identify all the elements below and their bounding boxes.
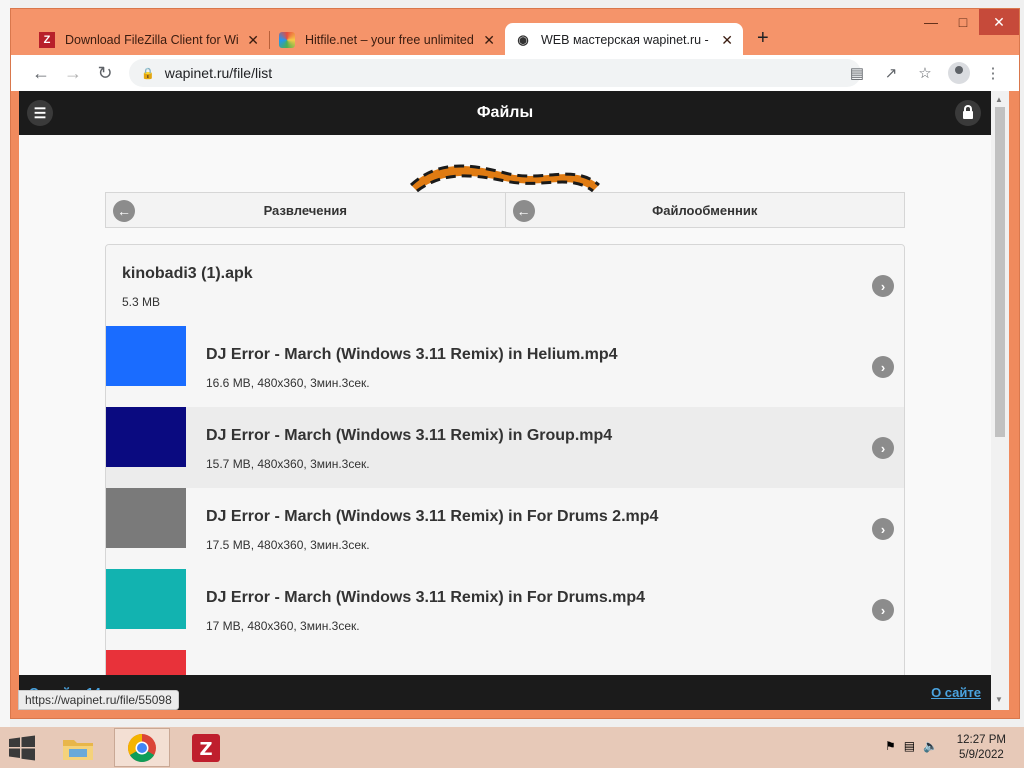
file-name: DJ Error - March (Windows 3.11 Remix) in… (206, 346, 618, 363)
close-tab-icon[interactable]: ✕ (721, 32, 733, 49)
browser-toolbar: ← → ↻ 🔒 wapinet.ru/file/list ▤ ↗ ☆ ⋮ (11, 55, 1019, 91)
forward-arrow-icon[interactable]: → (57, 57, 89, 89)
breadcrumb-label: Файлообменник (652, 202, 758, 218)
kebab-menu-icon[interactable]: ⋮ (979, 59, 1007, 87)
clock-date: 5/9/2022 (959, 749, 1004, 761)
bookmark-star-icon[interactable]: ☆ (911, 59, 939, 87)
chevron-right-icon: › (872, 275, 894, 297)
file-explorer-task[interactable] (50, 728, 106, 767)
system-clock[interactable]: 12:27 PM 5/9/2022 (957, 733, 1006, 763)
file-name: DJ Error - March (Windows 3.11 Remix) in… (206, 589, 646, 606)
reload-icon[interactable]: ↻ (89, 57, 121, 89)
clock-time: 12:27 PM (956, 734, 1006, 746)
list-item[interactable]: DJ Error - March (Windows 3.11 Remix) in… (106, 326, 904, 408)
close-tab-icon[interactable]: ✕ (483, 32, 495, 49)
lock-icon: 🔒 (141, 67, 155, 80)
scroll-up-icon[interactable]: ▲ (995, 95, 1003, 104)
desktop-background (0, 0, 10, 727)
file-list: kinobadi3 (1).apk 5.3 MB › DJ Error - Ma… (105, 244, 905, 710)
tab-label: Download FileZilla Client for Wir (65, 33, 240, 47)
file-name: DJ Error - March (Windows 3.11 Remix) in… (206, 427, 613, 444)
tab-label: Hitfile.net – your free unlimited f (305, 33, 476, 47)
filezilla-task[interactable]: Z (178, 728, 234, 767)
scroll-down-icon[interactable]: ▼ (995, 695, 1003, 704)
tab-hitfile[interactable]: Hitfile.net – your free unlimited f ✕ (269, 23, 505, 57)
taskbar: Z ⚑ ▤ 🔈 12:27 PM 5/9/2022 (0, 727, 1024, 768)
site-header: ☰ Файлы (19, 91, 991, 135)
new-tab-button[interactable]: + (757, 27, 769, 50)
tab-filezilla[interactable]: Z Download FileZilla Client for Wir ✕ (29, 23, 269, 57)
maximize-button[interactable]: □ (947, 9, 979, 35)
chevron-right-icon: › (872, 356, 894, 378)
page-title: Файлы (476, 104, 534, 121)
file-meta: 17 MB, 480x360, 3мин.3сек. (206, 619, 360, 633)
breadcrumb-file-exchange[interactable]: ← Файлообменник (505, 192, 905, 228)
back-arrow-icon[interactable]: ← (25, 57, 57, 89)
system-tray: ⚑ ▤ 🔈 (885, 739, 938, 753)
chevron-right-icon: › (872, 518, 894, 540)
windows-start-icon[interactable] (8, 735, 36, 761)
breadcrumb-entertainment[interactable]: ← Развлечения (105, 192, 506, 228)
video-thumbnail (106, 569, 186, 629)
file-name: DJ Error - March (Windows 3.11 Remix) in… (206, 508, 659, 525)
toolbar-actions: ▤ ↗ ☆ ⋮ (843, 59, 1007, 87)
window-controls: — □ ✕ (915, 9, 1019, 37)
back-circle-icon: ← (113, 200, 135, 222)
filezilla-icon: Z (192, 733, 220, 762)
login-lock-icon[interactable] (955, 100, 981, 126)
chrome-icon (128, 733, 156, 762)
video-thumbnail (106, 326, 186, 386)
back-circle-icon: ← (512, 200, 535, 222)
video-thumbnail (106, 407, 186, 467)
chrome-task[interactable] (114, 728, 170, 767)
video-thumbnail (106, 488, 186, 548)
hitfile-icon (279, 32, 295, 48)
tab-label: WEB мастерская wapinet.ru - Фа (541, 33, 714, 47)
file-meta: 5.3 MB (122, 295, 161, 309)
volume-muted-icon[interactable]: 🔈 (923, 739, 938, 753)
list-item[interactable]: DJ Error - March (Windows 3.11 Remix) in… (106, 569, 904, 651)
tab-wapinet[interactable]: ◉ WEB мастерская wapinet.ru - Фа ✕ (505, 23, 743, 57)
browser-window: — □ ✕ Z Download FileZilla Client for Wi… (10, 8, 1020, 719)
link-status-tooltip: https://wapinet.ru/file/55098 (18, 690, 179, 710)
page-viewport: ☰ Файлы ← Развлечения ← Файлообменник ki… (19, 91, 991, 710)
hamburger-menu-icon[interactable]: ☰ (27, 100, 53, 126)
filezilla-icon: Z (39, 32, 55, 48)
title-bar: — □ ✕ Z Download FileZilla Client for Wi… (11, 9, 1019, 57)
file-name: kinobadi3 (1).apk (122, 265, 253, 282)
url-text: wapinet.ru/file/list (164, 65, 273, 81)
minimize-button[interactable]: — (915, 9, 947, 35)
profile-avatar-icon[interactable] (948, 62, 970, 84)
address-bar[interactable]: 🔒 wapinet.ru/file/list (129, 59, 861, 87)
translate-icon[interactable]: ▤ (843, 59, 871, 87)
eye-icon: ◉ (517, 32, 529, 47)
file-meta: 16.6 MB, 480x360, 3мин.3сек. (206, 376, 370, 390)
list-item[interactable]: DJ Error - March (Windows 3.11 Remix) in… (106, 488, 904, 570)
breadcrumb-label: Развлечения (263, 202, 347, 218)
chevron-right-icon: › (872, 437, 894, 459)
folder-icon (63, 739, 93, 760)
close-window-button[interactable]: ✕ (979, 9, 1019, 35)
file-meta: 15.7 MB, 480x360, 3мин.3сек. (206, 457, 370, 471)
scroll-thumb[interactable] (995, 107, 1005, 437)
list-item[interactable]: kinobadi3 (1).apk 5.3 MB › (106, 245, 904, 327)
svg-text:Z: Z (199, 739, 212, 760)
share-icon[interactable]: ↗ (877, 59, 905, 87)
network-icon[interactable]: ▤ (904, 739, 915, 753)
file-meta: 17.5 MB, 480x360, 3мин.3сек. (206, 538, 370, 552)
about-link[interactable]: О сайте (931, 685, 981, 700)
chevron-right-icon: › (872, 599, 894, 621)
breadcrumb: ← Развлечения ← Файлообменник (105, 192, 905, 228)
action-center-flag-icon[interactable]: ⚑ (885, 739, 896, 753)
list-item[interactable]: DJ Error - March (Windows 3.11 Remix) in… (106, 407, 904, 489)
st-george-ribbon-icon (409, 164, 600, 193)
close-tab-icon[interactable]: ✕ (247, 32, 259, 49)
page-scrollbar[interactable]: ▲ ▼ (991, 91, 1009, 710)
